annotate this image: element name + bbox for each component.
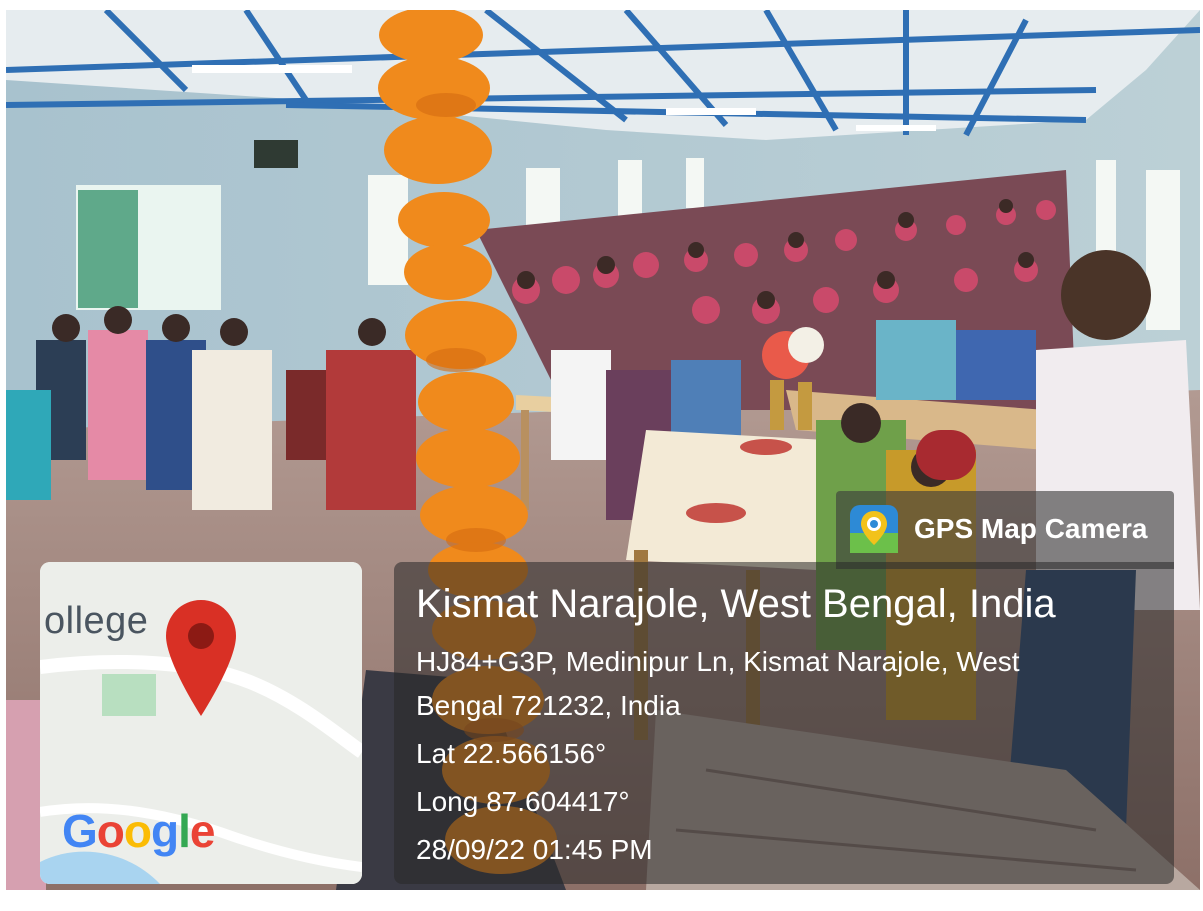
gps-camera-badge: GPS Map Camera <box>836 491 1174 569</box>
map-place-label: ollege <box>44 600 149 642</box>
head-table <box>626 430 826 570</box>
gps-camera-icon <box>850 505 898 553</box>
google-logo: Google <box>62 805 215 857</box>
location-title: Kismat Narajole, West Bengal, India <box>416 582 1056 626</box>
longitude: Long 87.604417° <box>416 786 630 817</box>
address-line-1: HJ84+G3P, Medinipur Ln, Kismat Narajole,… <box>416 646 1020 677</box>
latitude: Lat 22.566156° <box>416 738 607 769</box>
map-thumbnail[interactable]: ollege Google <box>40 562 362 884</box>
photo-frame: ollege Google GPS Map Camera Kismat Nara… <box>6 10 1200 890</box>
timestamp: 28/09/22 01:45 PM <box>416 834 653 865</box>
location-pin-icon <box>166 600 236 716</box>
gps-camera-label: GPS Map Camera <box>914 513 1148 544</box>
address-line-2: Bengal 721232, India <box>416 690 681 721</box>
location-info-panel: Kismat Narajole, West Bengal, India HJ84… <box>394 562 1174 884</box>
